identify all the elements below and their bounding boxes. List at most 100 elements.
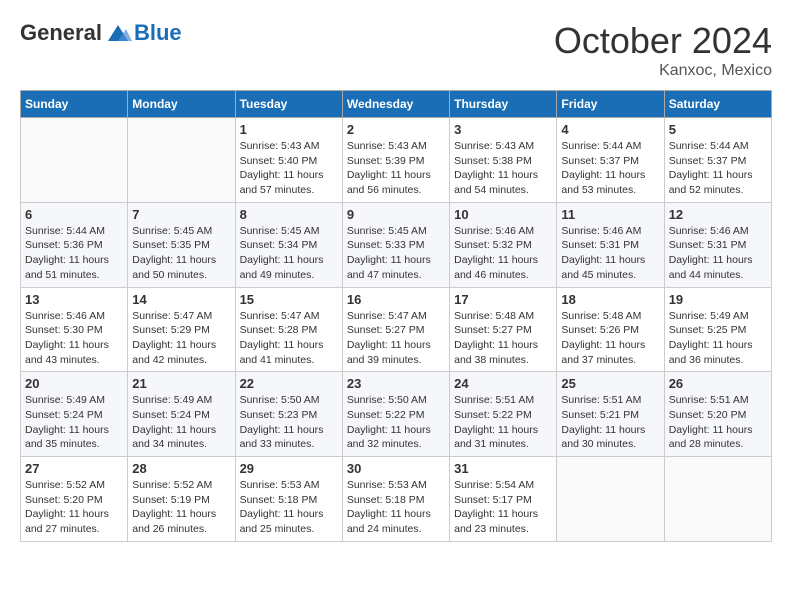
calendar-cell: 3 Sunrise: 5:43 AM Sunset: 5:38 PM Daylig…	[450, 118, 557, 203]
day-info: Sunrise: 5:45 AM Sunset: 5:34 PM Dayligh…	[240, 224, 338, 283]
calendar-cell	[21, 118, 128, 203]
calendar-cell: 21 Sunrise: 5:49 AM Sunset: 5:24 PM Dayli…	[128, 372, 235, 457]
day-number: 24	[454, 376, 552, 391]
calendar-cell: 2 Sunrise: 5:43 AM Sunset: 5:39 PM Daylig…	[342, 118, 449, 203]
day-number: 11	[561, 207, 659, 222]
day-number: 23	[347, 376, 445, 391]
day-number: 17	[454, 292, 552, 307]
calendar-cell: 8 Sunrise: 5:45 AM Sunset: 5:34 PM Daylig…	[235, 202, 342, 287]
calendar-cell: 31 Sunrise: 5:54 AM Sunset: 5:17 PM Dayli…	[450, 457, 557, 542]
calendar-cell: 12 Sunrise: 5:46 AM Sunset: 5:31 PM Dayli…	[664, 202, 771, 287]
day-number: 20	[25, 376, 123, 391]
day-info: Sunrise: 5:43 AM Sunset: 5:40 PM Dayligh…	[240, 139, 338, 198]
logo-blue: Blue	[134, 20, 182, 46]
calendar-cell: 25 Sunrise: 5:51 AM Sunset: 5:21 PM Dayli…	[557, 372, 664, 457]
day-info: Sunrise: 5:48 AM Sunset: 5:26 PM Dayligh…	[561, 309, 659, 368]
calendar-cell: 24 Sunrise: 5:51 AM Sunset: 5:22 PM Dayli…	[450, 372, 557, 457]
calendar-cell: 14 Sunrise: 5:47 AM Sunset: 5:29 PM Dayli…	[128, 287, 235, 372]
day-info: Sunrise: 5:54 AM Sunset: 5:17 PM Dayligh…	[454, 478, 552, 537]
day-number: 5	[669, 122, 767, 137]
day-number: 10	[454, 207, 552, 222]
day-number: 9	[347, 207, 445, 222]
calendar-cell: 9 Sunrise: 5:45 AM Sunset: 5:33 PM Daylig…	[342, 202, 449, 287]
calendar-cell: 13Sunrise: 5:46 AM Sunset: 5:30 PM Dayli…	[21, 287, 128, 372]
day-number: 29	[240, 461, 338, 476]
weekday-header: Wednesday	[342, 91, 449, 118]
logo: General Blue	[20, 20, 182, 46]
day-number: 31	[454, 461, 552, 476]
weekday-header: Tuesday	[235, 91, 342, 118]
calendar-week-row: 13Sunrise: 5:46 AM Sunset: 5:30 PM Dayli…	[21, 287, 772, 372]
calendar-cell: 27Sunrise: 5:52 AM Sunset: 5:20 PM Dayli…	[21, 457, 128, 542]
calendar-cell: 28 Sunrise: 5:52 AM Sunset: 5:19 PM Dayli…	[128, 457, 235, 542]
day-number: 1	[240, 122, 338, 137]
weekday-header-row: SundayMondayTuesdayWednesdayThursdayFrid…	[21, 91, 772, 118]
logo-icon	[104, 23, 132, 43]
day-number: 14	[132, 292, 230, 307]
calendar-cell	[128, 118, 235, 203]
day-number: 3	[454, 122, 552, 137]
calendar-cell: 16Sunrise: 5:47 AM Sunset: 5:27 PM Dayli…	[342, 287, 449, 372]
day-info: Sunrise: 5:51 AM Sunset: 5:22 PM Dayligh…	[454, 393, 552, 452]
weekday-header: Friday	[557, 91, 664, 118]
day-info: Sunrise: 5:48 AM Sunset: 5:27 PM Dayligh…	[454, 309, 552, 368]
calendar-cell: 11 Sunrise: 5:46 AM Sunset: 5:31 PM Dayli…	[557, 202, 664, 287]
calendar-cell: 5 Sunrise: 5:44 AM Sunset: 5:37 PM Daylig…	[664, 118, 771, 203]
weekday-header: Saturday	[664, 91, 771, 118]
calendar-cell: 15Sunrise: 5:47 AM Sunset: 5:28 PM Dayli…	[235, 287, 342, 372]
day-info: Sunrise: 5:44 AM Sunset: 5:36 PM Dayligh…	[25, 224, 123, 283]
day-info: Sunrise: 5:46 AM Sunset: 5:31 PM Dayligh…	[561, 224, 659, 283]
day-info: Sunrise: 5:45 AM Sunset: 5:35 PM Dayligh…	[132, 224, 230, 283]
day-info: Sunrise: 5:47 AM Sunset: 5:27 PM Dayligh…	[347, 309, 445, 368]
calendar-week-row: 6Sunrise: 5:44 AM Sunset: 5:36 PM Daylig…	[21, 202, 772, 287]
day-number: 26	[669, 376, 767, 391]
calendar-cell: 18 Sunrise: 5:48 AM Sunset: 5:26 PM Dayli…	[557, 287, 664, 372]
day-info: Sunrise: 5:46 AM Sunset: 5:31 PM Dayligh…	[669, 224, 767, 283]
day-number: 18	[561, 292, 659, 307]
day-number: 30	[347, 461, 445, 476]
day-info: Sunrise: 5:50 AM Sunset: 5:22 PM Dayligh…	[347, 393, 445, 452]
weekday-header: Monday	[128, 91, 235, 118]
day-info: Sunrise: 5:53 AM Sunset: 5:18 PM Dayligh…	[240, 478, 338, 537]
day-info: Sunrise: 5:51 AM Sunset: 5:21 PM Dayligh…	[561, 393, 659, 452]
day-info: Sunrise: 5:52 AM Sunset: 5:19 PM Dayligh…	[132, 478, 230, 537]
calendar-cell: 19Sunrise: 5:49 AM Sunset: 5:25 PM Dayli…	[664, 287, 771, 372]
day-info: Sunrise: 5:46 AM Sunset: 5:30 PM Dayligh…	[25, 309, 123, 368]
month-title: October 2024	[554, 20, 772, 62]
day-info: Sunrise: 5:49 AM Sunset: 5:24 PM Dayligh…	[25, 393, 123, 452]
day-number: 21	[132, 376, 230, 391]
weekday-header: Sunday	[21, 91, 128, 118]
day-number: 25	[561, 376, 659, 391]
calendar-cell: 1 Sunrise: 5:43 AM Sunset: 5:40 PM Daylig…	[235, 118, 342, 203]
calendar-cell: 30 Sunrise: 5:53 AM Sunset: 5:18 PM Dayli…	[342, 457, 449, 542]
day-number: 7	[132, 207, 230, 222]
day-number: 28	[132, 461, 230, 476]
page-header: General Blue October 2024 Kanxoc, Mexico	[20, 20, 772, 80]
day-info: Sunrise: 5:45 AM Sunset: 5:33 PM Dayligh…	[347, 224, 445, 283]
day-info: Sunrise: 5:52 AM Sunset: 5:20 PM Dayligh…	[25, 478, 123, 537]
calendar-cell: 7 Sunrise: 5:45 AM Sunset: 5:35 PM Daylig…	[128, 202, 235, 287]
day-info: Sunrise: 5:46 AM Sunset: 5:32 PM Dayligh…	[454, 224, 552, 283]
calendar-week-row: 20 Sunrise: 5:49 AM Sunset: 5:24 PM Dayli…	[21, 372, 772, 457]
day-number: 2	[347, 122, 445, 137]
day-info: Sunrise: 5:43 AM Sunset: 5:38 PM Dayligh…	[454, 139, 552, 198]
calendar-cell: 23 Sunrise: 5:50 AM Sunset: 5:22 PM Dayli…	[342, 372, 449, 457]
day-info: Sunrise: 5:47 AM Sunset: 5:29 PM Dayligh…	[132, 309, 230, 368]
calendar-week-row: 1 Sunrise: 5:43 AM Sunset: 5:40 PM Daylig…	[21, 118, 772, 203]
calendar-table: SundayMondayTuesdayWednesdayThursdayFrid…	[20, 90, 772, 542]
day-info: Sunrise: 5:49 AM Sunset: 5:25 PM Dayligh…	[669, 309, 767, 368]
calendar-cell: 17 Sunrise: 5:48 AM Sunset: 5:27 PM Dayli…	[450, 287, 557, 372]
day-info: Sunrise: 5:53 AM Sunset: 5:18 PM Dayligh…	[347, 478, 445, 537]
logo-general: General	[20, 20, 102, 46]
day-number: 4	[561, 122, 659, 137]
day-number: 8	[240, 207, 338, 222]
day-info: Sunrise: 5:49 AM Sunset: 5:24 PM Dayligh…	[132, 393, 230, 452]
calendar-cell	[664, 457, 771, 542]
weekday-header: Thursday	[450, 91, 557, 118]
day-info: Sunrise: 5:51 AM Sunset: 5:20 PM Dayligh…	[669, 393, 767, 452]
day-number: 12	[669, 207, 767, 222]
day-info: Sunrise: 5:47 AM Sunset: 5:28 PM Dayligh…	[240, 309, 338, 368]
day-info: Sunrise: 5:43 AM Sunset: 5:39 PM Dayligh…	[347, 139, 445, 198]
calendar-cell: 26 Sunrise: 5:51 AM Sunset: 5:20 PM Dayli…	[664, 372, 771, 457]
day-info: Sunrise: 5:44 AM Sunset: 5:37 PM Dayligh…	[669, 139, 767, 198]
